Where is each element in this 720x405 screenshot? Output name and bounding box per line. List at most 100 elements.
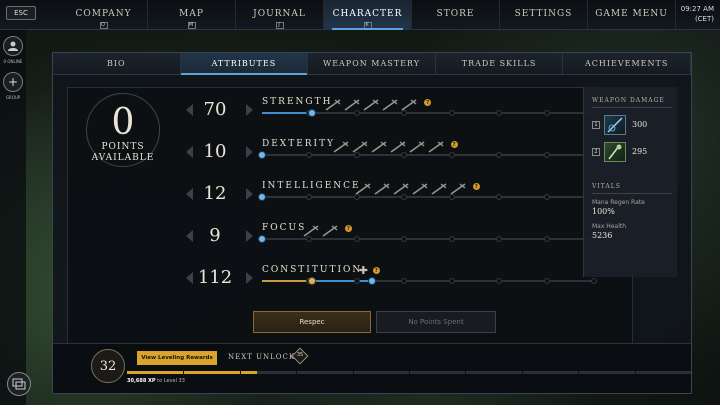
attribute-row-focus: 9 FOCUS?: [186, 222, 634, 260]
spear-icon: [401, 96, 417, 111]
attribute-name: STRENGTH: [262, 97, 333, 107]
progress-tick: [496, 194, 503, 200]
nav-character[interactable]: CHARACTER K: [324, 0, 412, 30]
xp-segment: [183, 371, 185, 374]
sub-tabs: BIO ATTRIBUTES WEAPON MASTERY TRADE SKILLS A…: [53, 53, 691, 75]
group-label: GROUP: [5, 95, 21, 100]
tab-achievements[interactable]: ACHIEVEMENTS: [563, 53, 691, 74]
progress-tick: [306, 236, 313, 242]
increase-arrow-icon[interactable]: [246, 230, 253, 242]
progress-tick: [448, 236, 455, 242]
xp-suffix: to Level 33: [157, 378, 185, 384]
nav-game-menu[interactable]: GAME MENU: [588, 0, 676, 30]
divider: [592, 107, 672, 108]
progress-fill: [262, 112, 312, 114]
unlock-level: 35: [296, 352, 304, 358]
divider: [592, 193, 672, 194]
points-label-line2: AVAILABLE: [91, 153, 155, 163]
xp-segment: [352, 371, 354, 374]
no-points-spent-button[interactable]: No Points Spent: [376, 311, 496, 333]
plus-icon: +: [7, 75, 19, 89]
info-icon[interactable]: ?: [424, 99, 432, 106]
increase-arrow-icon[interactable]: [246, 104, 253, 116]
nav-hotkey: M: [187, 22, 196, 29]
increase-arrow-icon[interactable]: [246, 272, 253, 284]
war-hammer-icon: [363, 96, 379, 111]
xp-segment: [634, 371, 636, 374]
clock: 09:27 AM (CET): [681, 4, 714, 24]
tab-weapon-mastery[interactable]: WEAPON MASTERY: [308, 53, 436, 74]
info-icon[interactable]: ?: [345, 225, 352, 232]
attribute-name: DEXTERITY: [262, 139, 336, 149]
clock-zone: (CET): [694, 15, 714, 23]
xp-segment: [465, 371, 467, 374]
rapier-icon: [374, 180, 390, 195]
ice-gauntlet-icon: [412, 180, 428, 195]
progress-tick: [448, 278, 455, 284]
nav-hotkey: K: [363, 22, 372, 29]
tab-trade-skills[interactable]: TRADE SKILLS: [436, 53, 564, 74]
increase-arrow-icon[interactable]: [246, 146, 253, 158]
respec-button[interactable]: Respec: [253, 311, 371, 333]
progress-tick: [401, 194, 408, 200]
rapier-icon: [450, 180, 466, 195]
nav-store[interactable]: STORE: [412, 0, 500, 30]
nav-label: GAME MENU: [595, 9, 668, 19]
musket-icon: [390, 138, 406, 153]
attribute-name: CONSTITUTION: [262, 265, 363, 275]
stats-sidebar: WEAPON DAMAGE 1 300 2 295 VITALS Mana Re…: [583, 87, 677, 277]
leveling-footer: 32 View Leveling Rewards NEXT UNLOCK 35 …: [53, 343, 691, 393]
progress-tick: [543, 110, 550, 116]
increase-arrow-icon[interactable]: [246, 188, 253, 200]
nav-journal[interactable]: JOURNAL J: [236, 0, 324, 30]
nav-company[interactable]: COMPANY O: [60, 0, 148, 30]
mana-regen-label: Mana Regen Rate: [592, 199, 645, 206]
info-icon[interactable]: ?: [450, 141, 458, 148]
progress-tick: [306, 152, 313, 158]
clock-time: 09:27 AM: [680, 5, 714, 13]
hatchet-icon: [344, 96, 360, 111]
rapier-icon: [352, 138, 368, 153]
plus-icon: ✚: [358, 264, 369, 277]
tab-attributes[interactable]: ATTRIBUTES: [180, 53, 309, 75]
nav-settings[interactable]: SETTINGS: [500, 0, 588, 30]
nav-map[interactable]: MAP M: [148, 0, 236, 30]
info-icon[interactable]: ?: [372, 267, 380, 274]
progress-tick: [401, 110, 408, 116]
add-group-button[interactable]: +: [3, 72, 23, 92]
xp-segment: [409, 371, 410, 374]
info-icon[interactable]: ?: [472, 183, 480, 190]
points-value: 0: [111, 102, 135, 143]
attribute-progress-track: [258, 193, 597, 201]
chat-button[interactable]: [7, 372, 31, 396]
weapon-2-damage: 295: [632, 147, 648, 156]
tab-bio[interactable]: BIO: [53, 53, 181, 74]
attribute-value: 12: [203, 183, 227, 204]
xp-progress-bar: [127, 371, 691, 374]
spear-icon: [333, 138, 349, 153]
progress-tick: [496, 152, 503, 158]
view-leveling-rewards-button[interactable]: View Leveling Rewards: [137, 351, 217, 365]
sword-icon: [325, 96, 341, 111]
attribute-row-intelligence: 12 INTELLIGENCE?: [186, 180, 634, 218]
progress-tick: [353, 110, 360, 116]
progress-tick: [353, 152, 360, 158]
nav-label: STORE: [436, 9, 475, 19]
hatchet-icon: [409, 138, 425, 153]
progress-tick: [306, 194, 313, 200]
escape-button[interactable]: ESC: [6, 6, 36, 20]
great-axe-icon: [382, 96, 398, 111]
fire-staff-icon: [355, 180, 371, 195]
life-staff-icon: [303, 222, 319, 237]
social-button[interactable]: [3, 36, 23, 56]
weapon-slot-1: 1 300: [592, 115, 672, 137]
chat-icon: [12, 378, 26, 390]
left-rail: 0 ONLINE + GROUP: [0, 30, 26, 405]
attribute-row-strength: 70 STRENGTH?: [186, 96, 634, 134]
weapon-1-damage: 300: [632, 120, 648, 129]
nav-label: CHARACTER: [332, 9, 403, 19]
weapon-slot-2: 2 295: [592, 142, 672, 164]
attribute-value: 112: [197, 267, 233, 288]
progress-knob: [367, 277, 376, 285]
slot-key: 2: [592, 148, 600, 156]
